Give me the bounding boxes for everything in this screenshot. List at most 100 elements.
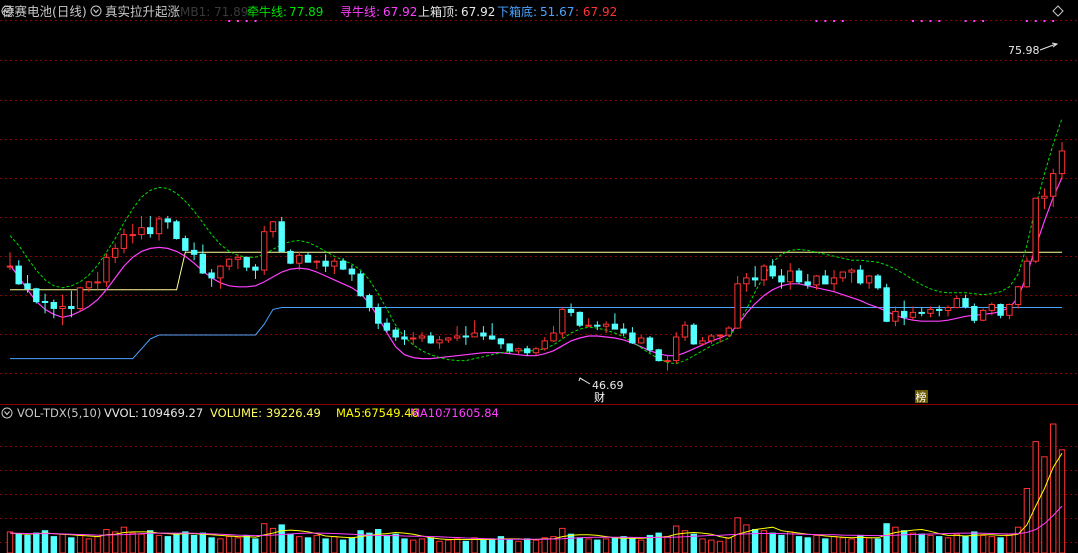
candle[interactable] (874, 273, 882, 290)
candle-body (664, 360, 671, 363)
candle[interactable] (673, 332, 680, 364)
volume-bar (322, 538, 329, 553)
candle[interactable] (559, 307, 566, 338)
volume-bar (15, 533, 22, 553)
stock-name[interactable]: 德赛电池(日线) (2, 4, 87, 19)
candle-body (927, 308, 934, 314)
signal-marker (841, 20, 844, 22)
candle-body (988, 304, 995, 311)
signal-marker (938, 20, 941, 22)
candle[interactable] (1032, 197, 1039, 264)
volume-bar (208, 537, 215, 553)
candle-body (892, 310, 899, 322)
candle[interactable] (76, 286, 84, 312)
volume-bar (883, 523, 890, 553)
volume-bar (629, 538, 636, 553)
signal-marker (228, 20, 231, 22)
volume-bar (839, 537, 846, 553)
volume-bar (234, 537, 242, 553)
candle-body (488, 335, 496, 340)
candle-body (471, 332, 478, 338)
candle-body (120, 234, 128, 249)
candle[interactable] (357, 271, 364, 297)
candle-body (515, 348, 522, 352)
candle-body (173, 221, 180, 240)
candle-body (331, 260, 338, 267)
volume-bar (488, 538, 496, 553)
candle-body (1032, 197, 1039, 262)
candle-body (1023, 260, 1031, 288)
candle-body (269, 221, 277, 233)
extra-value: : 67.92 (575, 5, 617, 19)
volume-bar (480, 539, 487, 553)
candle[interactable] (173, 219, 180, 240)
candle-body (366, 295, 373, 308)
volume-bar (217, 538, 224, 553)
candle-body (979, 309, 987, 321)
candle-body (865, 275, 873, 284)
candle-body (164, 218, 172, 223)
volume-bar (94, 536, 101, 553)
volume-bar (524, 538, 531, 553)
candle[interactable] (971, 303, 978, 324)
candle[interactable] (1023, 257, 1031, 288)
volume-bar (944, 537, 952, 553)
dragon-tiger-marker[interactable]: 榜 (916, 390, 927, 404)
volume-bar (997, 537, 1004, 553)
candle[interactable] (655, 348, 662, 362)
box-bottom-label: 下箱底: (497, 4, 537, 19)
candle[interactable] (33, 287, 40, 304)
volume-bar (559, 527, 566, 553)
volume-bar (506, 539, 513, 553)
candle[interactable] (883, 283, 890, 323)
candle-body (278, 221, 285, 252)
volume-bar (243, 534, 250, 553)
candle-body (769, 265, 776, 277)
box-top-label: 上箱顶: (418, 4, 458, 19)
signal-marker (245, 20, 248, 22)
volume-bar (699, 538, 706, 553)
candle-body (857, 269, 864, 284)
volume-bar (287, 533, 294, 553)
signal-marker (236, 20, 239, 22)
candle-body (585, 324, 592, 327)
candle-body (59, 306, 66, 309)
candle-body (436, 339, 443, 344)
candle-body (524, 348, 531, 354)
indicator-name[interactable]: 真实拉升起涨 (105, 4, 181, 19)
volume-bar (129, 532, 136, 553)
candle-body (155, 218, 163, 235)
volume-bar (296, 536, 303, 553)
candle[interactable] (278, 216, 285, 253)
candle-body (559, 308, 566, 334)
candle-body (743, 277, 750, 285)
volume-bar (716, 540, 724, 553)
candle[interactable] (576, 311, 583, 328)
signal-marker (824, 20, 827, 22)
candle-body (1041, 195, 1048, 199)
candle[interactable] (734, 275, 741, 330)
volume-bar (857, 534, 864, 553)
candle[interactable] (646, 335, 654, 353)
volume-bar (979, 534, 987, 553)
candle[interactable] (690, 323, 697, 345)
box-bottom-value: 51.67 (540, 5, 574, 19)
volume-label: VOLUME: (210, 406, 262, 420)
candle-body (313, 260, 321, 263)
xunniu-label: 寻牛线: (340, 4, 380, 19)
candle[interactable] (979, 308, 987, 322)
candle-body (418, 335, 426, 339)
candle-body (690, 324, 697, 345)
finance-marker[interactable]: 财 (594, 390, 605, 404)
candle[interactable] (725, 326, 732, 337)
candle[interactable] (287, 249, 294, 265)
volume-bar (471, 537, 478, 553)
volume-indicator[interactable]: VOL-TDX(5,10) (17, 406, 101, 420)
volume-bar (620, 536, 627, 553)
volume-bar (751, 529, 759, 553)
candle[interactable] (103, 253, 110, 287)
candle-body (532, 348, 540, 354)
volume-bar (120, 526, 128, 553)
candle[interactable] (261, 225, 268, 275)
volume-bar (602, 538, 610, 553)
